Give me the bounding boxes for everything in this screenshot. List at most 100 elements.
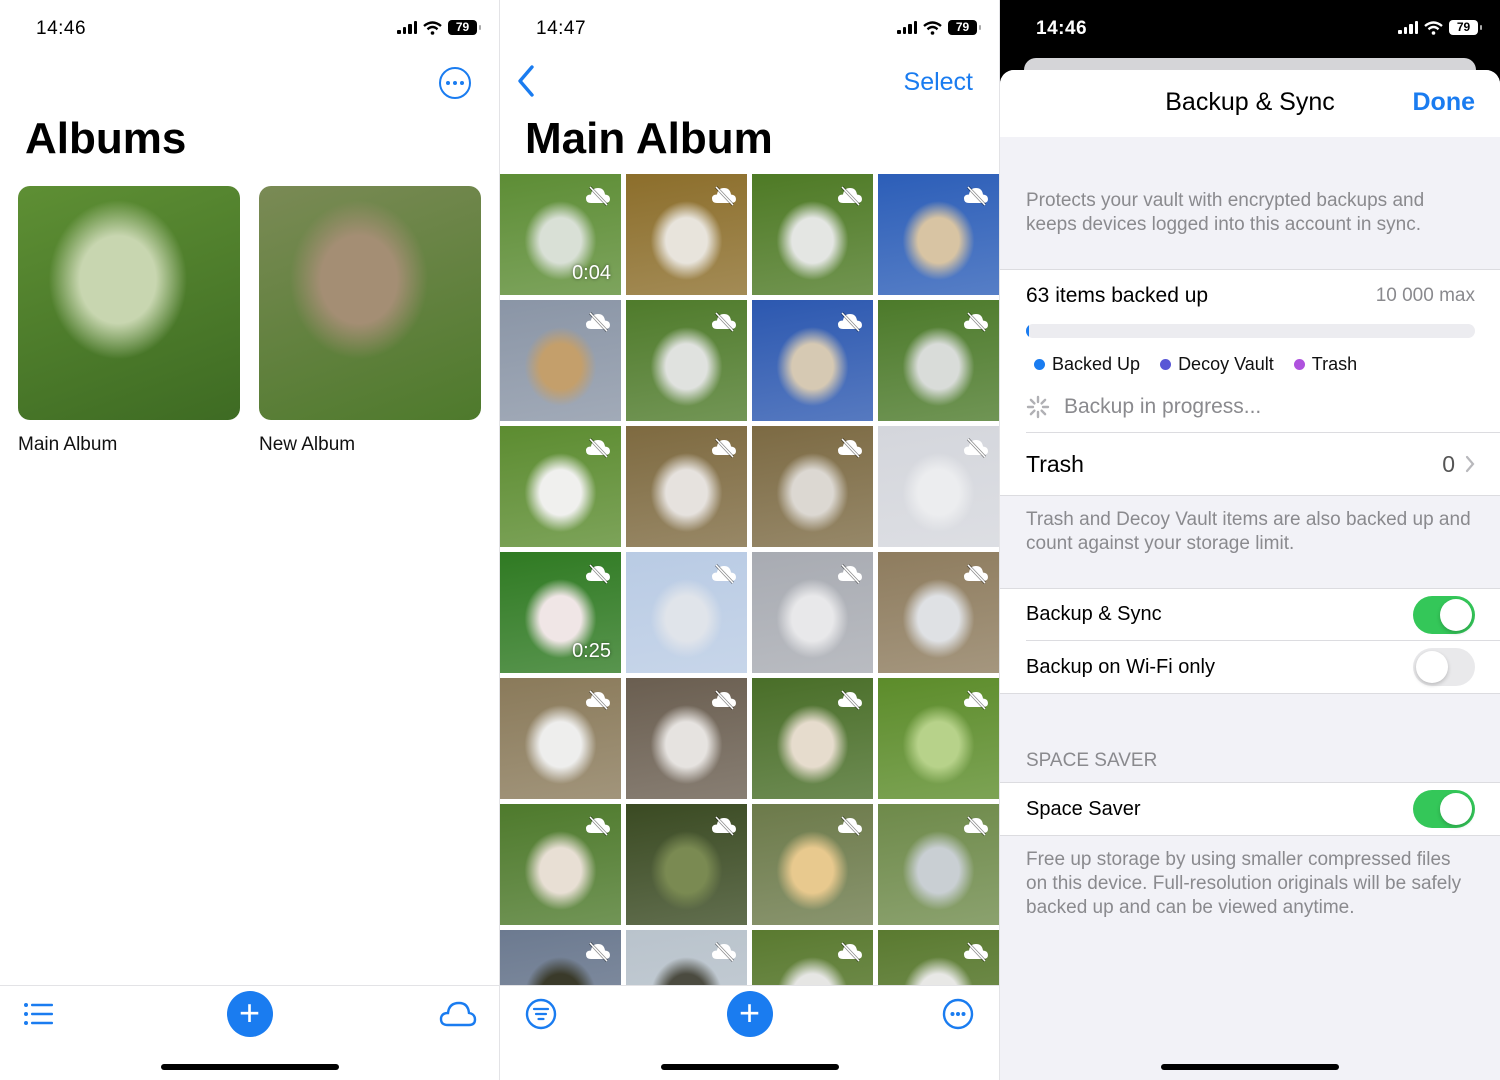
cloud-off-icon [585, 311, 611, 337]
photo-thumbnail[interactable] [500, 426, 621, 547]
cloud-off-icon [585, 563, 611, 589]
cloud-off-icon [585, 815, 611, 841]
trash-row[interactable]: Trash 0 [1026, 433, 1500, 495]
photo-thumbnail[interactable] [752, 300, 873, 421]
backup-sync-screen: 14:46 79 Backup & Sync Done Protects you… [1000, 0, 1500, 1080]
album-name: Main Album [18, 434, 118, 455]
done-button[interactable]: Done [1413, 88, 1476, 117]
video-duration: 0:04 [572, 262, 611, 284]
bottom-toolbar: + [500, 985, 999, 1080]
backup-sync-row: Backup & Sync [1026, 589, 1500, 641]
max-items: 10 000 max [1375, 285, 1475, 306]
photo-thumbnail[interactable] [500, 300, 621, 421]
list-icon[interactable] [24, 1002, 54, 1026]
cloud-off-icon [837, 815, 863, 841]
cellular-signal-icon [1398, 21, 1418, 34]
cloud-icon[interactable] [439, 1000, 477, 1028]
toggle-label: Space Saver [1026, 797, 1141, 820]
status-bar: 14:46 79 [0, 0, 499, 58]
photo-thumbnail[interactable] [878, 174, 999, 295]
cloud-off-icon [963, 563, 989, 589]
photo-thumbnail[interactable] [878, 552, 999, 673]
cloud-off-icon [963, 311, 989, 337]
wifi-icon [1424, 20, 1443, 35]
page-title: Albums [25, 114, 187, 163]
backup-sync-toggle[interactable] [1413, 595, 1475, 634]
space-saver-toggle[interactable] [1413, 790, 1475, 828]
photo-thumbnail[interactable] [878, 804, 999, 925]
cloud-off-icon [837, 689, 863, 715]
home-indicator [1161, 1064, 1339, 1070]
chevron-right-icon [1465, 455, 1475, 473]
cloud-off-icon [837, 311, 863, 337]
photo-thumbnail[interactable] [626, 300, 747, 421]
photo-thumbnail[interactable] [752, 552, 873, 673]
legend-label: Backed Up [1052, 354, 1141, 374]
status-time: 14:46 [36, 18, 87, 39]
intro-text: Protects your vault with encrypted backu… [1026, 190, 1425, 235]
wifi-only-row: Backup on Wi-Fi only [1026, 641, 1500, 693]
chevron-left-icon[interactable] [516, 64, 536, 98]
photo-thumbnail[interactable] [878, 426, 999, 547]
album-detail-screen: 14:47 79 Select Main Album 0:04 0:25 + [500, 0, 1000, 1080]
more-options-button[interactable] [439, 67, 471, 99]
cloud-off-icon [711, 185, 737, 211]
status-time: 14:46 [1036, 18, 1088, 39]
photo-thumbnail[interactable]: 0:04 [500, 174, 621, 295]
more-icon[interactable] [942, 998, 974, 1030]
cloud-off-icon [837, 941, 863, 967]
photo-thumbnail[interactable] [752, 426, 873, 547]
status-time: 14:47 [536, 18, 587, 39]
photo-thumbnail[interactable] [878, 678, 999, 799]
space-saver-header: SPACE SAVER [1026, 750, 1158, 771]
backup-sync-sheet: Backup & Sync Done Protects your vault w… [1000, 70, 1500, 1080]
home-indicator [660, 1064, 839, 1070]
photo-thumbnail[interactable] [752, 174, 873, 295]
legend-label: Trash [1311, 354, 1358, 374]
legend-item: Decoy Vault [1160, 354, 1274, 375]
photo-thumbnail[interactable] [626, 678, 747, 799]
filter-icon[interactable] [525, 998, 557, 1030]
cloud-off-icon [837, 185, 863, 211]
space-saver-row: Space Saver [1026, 783, 1500, 835]
cloud-off-icon [963, 941, 989, 967]
photo-thumbnail[interactable] [500, 804, 621, 925]
photo-thumbnail[interactable] [626, 552, 747, 673]
cloud-off-icon [585, 437, 611, 463]
cellular-signal-icon [897, 21, 917, 34]
video-duration: 0:25 [572, 640, 611, 662]
toggle-label: Backup on Wi-Fi only [1026, 655, 1215, 678]
cloud-off-icon [585, 689, 611, 715]
backup-status-group: 63 items backed up 10 000 max Backed Up … [1000, 269, 1500, 496]
photo-thumbnail[interactable] [752, 804, 873, 925]
photo-thumbnail[interactable] [878, 300, 999, 421]
photo-thumbnail[interactable] [626, 804, 747, 925]
page-title: Main Album [525, 114, 773, 163]
battery-icon: 79 [948, 20, 981, 35]
legend-dot [1034, 359, 1045, 370]
add-button[interactable]: + [726, 991, 773, 1037]
album-thumbnail[interactable] [18, 186, 240, 420]
photo-thumbnail[interactable] [500, 678, 621, 799]
album-main[interactable]: Main Album [18, 186, 240, 456]
cloud-off-icon [711, 941, 737, 967]
album-new[interactable]: New Album [259, 186, 481, 456]
home-indicator [160, 1064, 339, 1070]
space-saver-note: Free up storage by using smaller compres… [1026, 849, 1462, 918]
status-bar: 14:47 79 [500, 0, 999, 58]
select-button[interactable]: Select [904, 68, 973, 97]
add-button[interactable]: + [226, 991, 273, 1037]
cloud-off-icon [963, 437, 989, 463]
cloud-off-icon [963, 185, 989, 211]
storage-progress-bar [1026, 324, 1475, 338]
album-thumbnail[interactable] [259, 186, 481, 420]
photo-thumbnail[interactable] [626, 426, 747, 547]
cloud-off-icon [585, 941, 611, 967]
photo-thumbnail[interactable] [626, 174, 747, 295]
photo-thumbnail[interactable]: 0:25 [500, 552, 621, 673]
wifi-only-toggle[interactable] [1413, 648, 1475, 686]
cellular-signal-icon [397, 21, 417, 34]
legend-label: Decoy Vault [1178, 354, 1274, 374]
photo-thumbnail[interactable] [752, 678, 873, 799]
battery-icon: 79 [448, 20, 481, 35]
